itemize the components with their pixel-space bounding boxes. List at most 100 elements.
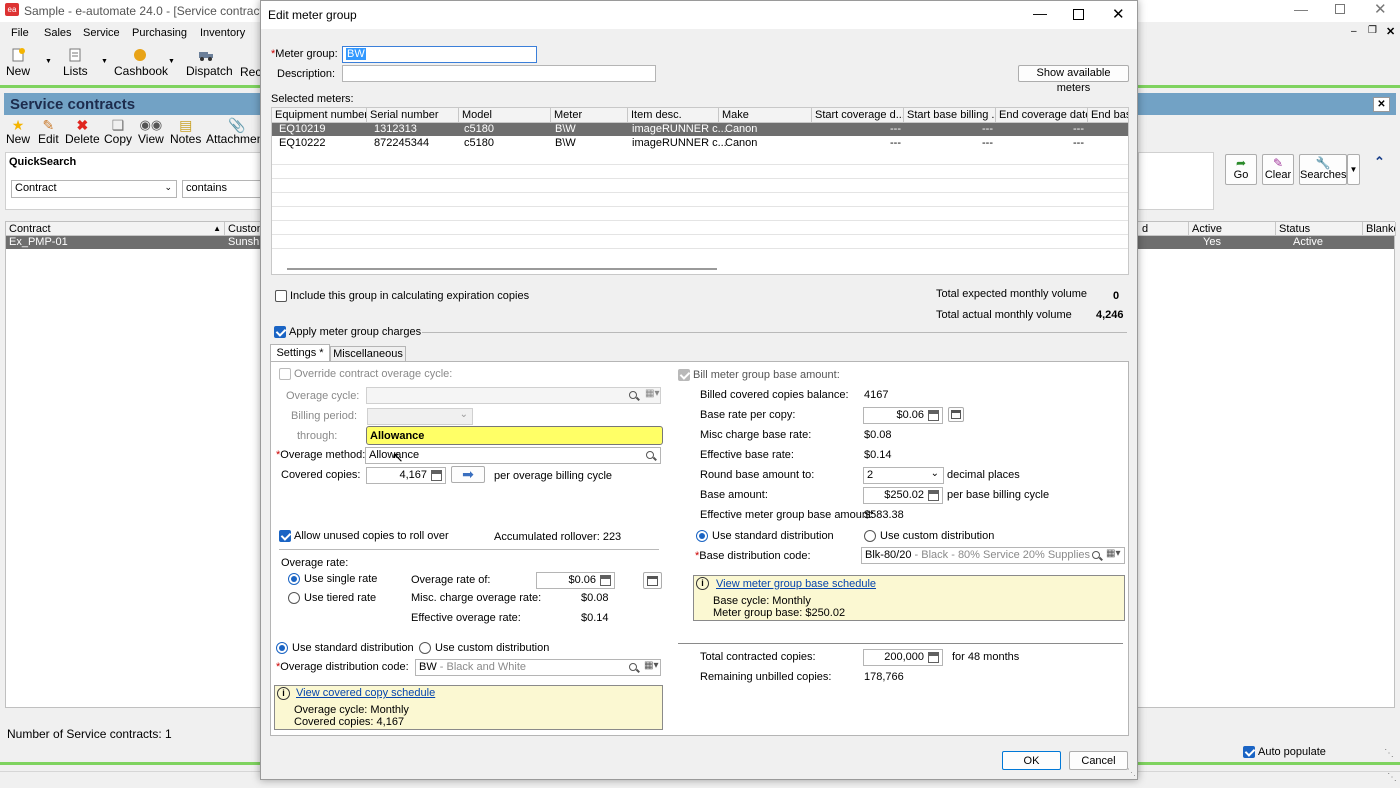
calculator-icon[interactable] (928, 490, 939, 501)
auto-populate-checkbox[interactable]: Auto populate (1243, 746, 1326, 758)
chevron-down-icon[interactable]: ▼ (168, 58, 175, 65)
base-amount-input[interactable]: $250.02 (863, 487, 943, 504)
column-blanket[interactable]: Blanke (1363, 222, 1396, 236)
maximize-icon[interactable] (1335, 4, 1345, 14)
column-meter[interactable]: Meter (551, 108, 628, 122)
column-start-coverage[interactable]: Start coverage d... (812, 108, 904, 122)
calculator-icon[interactable] (600, 575, 611, 586)
table-row[interactable]: EQ10219 1312313 c5180 B\W imageRUNNER c.… (272, 123, 1128, 136)
toolbar-dispatch-button[interactable]: Dispatch (186, 47, 233, 78)
options-menu-icon[interactable]: ▦▾ (645, 388, 659, 399)
sc-copy-button[interactable]: ❏ Copy (104, 118, 132, 146)
quicksearch-operator-select[interactable]: contains (182, 180, 262, 198)
column-customer[interactable]: Custome (225, 222, 265, 236)
clear-button[interactable]: ✎ Clear (1262, 154, 1294, 185)
toolbar-rec-button[interactable]: Rec (240, 65, 261, 79)
meters-horizontal-scrollbar[interactable] (287, 268, 717, 270)
overage-distribution-input[interactable]: BW - Black and White ▦▾ (415, 659, 661, 676)
search-icon[interactable] (629, 391, 637, 399)
search-icon[interactable] (1092, 551, 1100, 559)
chevron-down-icon[interactable]: ▼ (101, 58, 108, 65)
view-base-schedule-link[interactable]: View meter group base schedule (716, 578, 876, 590)
calculator-icon[interactable] (928, 652, 939, 663)
right-custom-distribution-radio[interactable]: Use custom distribution (864, 530, 994, 542)
sc-view-button[interactable]: ◉◉ View (138, 118, 164, 147)
bill-base-checkbox[interactable]: Bill meter group base amount: (678, 369, 840, 381)
meter-group-input[interactable]: BW (342, 46, 537, 63)
column-status[interactable]: Status (1276, 222, 1363, 236)
column-d[interactable]: d (1139, 222, 1189, 236)
column-make[interactable]: Make (719, 108, 812, 122)
tab-settings[interactable]: Settings * (270, 344, 330, 362)
base-rate-input[interactable]: $0.06 (863, 407, 943, 424)
dialog-close-icon[interactable]: ✕ (1112, 5, 1125, 23)
calculator-icon[interactable] (431, 470, 442, 481)
table-row[interactable]: EQ10222 872245344 c5180 B\W imageRUNNER … (272, 137, 1128, 150)
options-menu-icon[interactable]: ▦▾ (1106, 548, 1120, 559)
allow-rollover-checkbox[interactable]: Allow unused copies to roll over (279, 530, 449, 542)
right-standard-distribution-radio[interactable]: Use standard distribution (696, 530, 834, 542)
base-rate-schedule-button[interactable] (948, 407, 964, 422)
round-select[interactable]: 2 ⌄ (863, 467, 944, 484)
billing-period-select[interactable]: ⌄ (367, 408, 473, 425)
column-end-base[interactable]: End base (1088, 108, 1128, 122)
left-custom-distribution-radio[interactable]: Use custom distribution (419, 642, 549, 654)
quicksearch-field-select[interactable]: Contract ⌄ (11, 180, 177, 198)
arrow-right-button[interactable]: ➡ (451, 466, 485, 483)
column-active[interactable]: Active (1189, 222, 1276, 236)
overage-method-input[interactable]: Allowance (365, 447, 661, 464)
overage-cycle-input[interactable]: ▦▾ (366, 387, 661, 404)
sc-delete-button[interactable]: ✖ Delete (65, 118, 100, 146)
menu-service[interactable]: Service (83, 27, 120, 39)
menu-file[interactable]: File (11, 27, 29, 39)
search-icon[interactable] (646, 451, 654, 459)
options-menu-icon[interactable]: ▦▾ (644, 660, 658, 671)
sc-edit-button[interactable]: ✎ Edit (38, 118, 59, 146)
description-input[interactable] (342, 65, 656, 82)
base-distribution-input[interactable]: Blk-80/20 - Black - 80% Service 20% Supp… (861, 547, 1125, 564)
show-available-meters-button[interactable]: Show available meters (1018, 65, 1129, 94)
single-rate-radio[interactable]: Use single rate (288, 573, 377, 585)
column-end-coverage[interactable]: End coverage date (996, 108, 1088, 122)
column-contract[interactable]: Contract ▲ (6, 222, 225, 236)
searches-button[interactable]: 🔧 Searches (1299, 154, 1347, 185)
sc-new-button[interactable]: ★ New (6, 118, 30, 146)
column-model[interactable]: Model (459, 108, 551, 122)
covered-copies-input[interactable]: 4,167 (366, 467, 446, 484)
go-button[interactable]: ➦ Go (1225, 154, 1257, 185)
calculator-icon[interactable] (928, 410, 939, 421)
search-icon[interactable] (629, 663, 637, 671)
minimize-icon[interactable]: — (1294, 1, 1308, 17)
resize-grip-icon[interactable]: ⋱ (1384, 748, 1394, 759)
cancel-button[interactable]: Cancel (1069, 751, 1128, 770)
override-cycle-checkbox[interactable]: Override contract overage cycle: (279, 368, 452, 380)
toolbar-lists-button[interactable]: Lists (63, 47, 99, 78)
mdi-restore-icon[interactable]: ❐ (1368, 25, 1377, 36)
left-standard-distribution-radio[interactable]: Use standard distribution (276, 642, 414, 654)
tab-miscellaneous[interactable]: Miscellaneous (330, 346, 406, 361)
close-icon[interactable]: ✕ (1374, 0, 1387, 18)
rate-schedule-button[interactable] (643, 572, 662, 589)
ok-button[interactable]: OK (1002, 751, 1061, 770)
toolbar-cashbook-button[interactable]: Cashbook (114, 47, 168, 78)
searches-dropdown-button[interactable]: ▼ (1347, 154, 1360, 185)
toolbar-new-button[interactable]: New (6, 47, 48, 78)
column-equipment-number[interactable]: Equipment number (272, 108, 367, 122)
mdi-close-icon[interactable]: ✕ (1386, 25, 1395, 38)
overage-rate-of-input[interactable]: $0.06 (536, 572, 615, 589)
window-close-icon[interactable]: ✕ (1373, 97, 1390, 112)
dialog-maximize-icon[interactable] (1073, 9, 1084, 20)
resize-grip-icon[interactable]: ⋱ (1387, 772, 1397, 783)
column-serial-number[interactable]: Serial number (367, 108, 459, 122)
resize-grip-icon[interactable]: ⋱ (1127, 767, 1136, 778)
apply-charges-checkbox[interactable]: Apply meter group charges (274, 326, 421, 338)
menu-sales[interactable]: Sales (44, 27, 72, 39)
chevron-down-icon[interactable]: ▼ (45, 58, 52, 65)
menu-inventory[interactable]: Inventory (200, 27, 245, 39)
column-item-desc[interactable]: Item desc. (628, 108, 719, 122)
total-contracted-input[interactable]: 200,000 (863, 649, 943, 666)
column-start-base-billing[interactable]: Start base billing ... (904, 108, 996, 122)
sc-notes-button[interactable]: ▤ Notes (170, 118, 201, 146)
mdi-minimize-icon[interactable]: – (1351, 26, 1357, 37)
collapse-up-icon[interactable]: ⌃ (1374, 154, 1385, 170)
